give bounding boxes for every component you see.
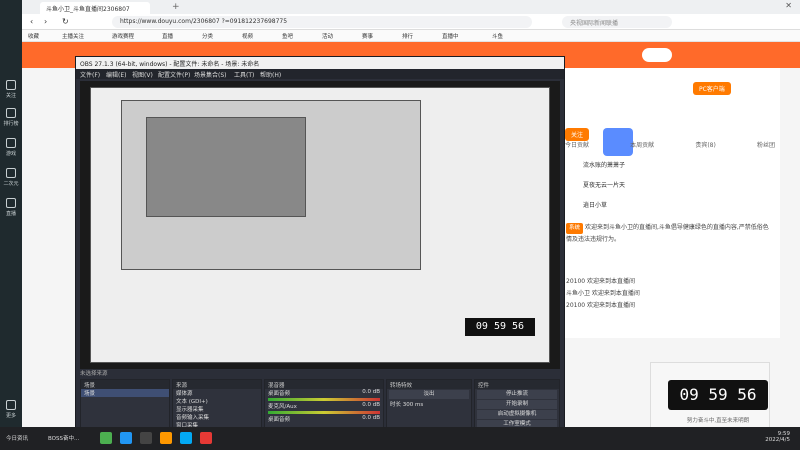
bookmark-item[interactable]: 排行 xyxy=(402,32,413,40)
taskbar-news[interactable]: 今日资讯 xyxy=(6,434,28,442)
forward-icon[interactable]: › xyxy=(44,17,47,26)
chat-message: 20100 欢迎来到本直播间 xyxy=(566,302,635,309)
system-badge: 系统 xyxy=(566,223,584,234)
obs-preview[interactable]: 09 59 56 xyxy=(80,81,560,369)
obs-menu: 文件(F) 编辑(E) 视图(V) 配置文件(P) 场景集合(S) 工具(T) … xyxy=(76,69,564,79)
user-avatar[interactable] xyxy=(642,48,672,62)
nested-capture xyxy=(121,100,421,270)
menu-edit[interactable]: 编辑(E) xyxy=(106,70,126,79)
chat-message: 系统 欢迎来到斗鱼小卫的直播间,斗鱼倡导健康绿色的直播内容,严禁低俗色情及违法违… xyxy=(566,223,769,243)
taskbar: 今日资讯 BOSS奋中... 9:59 2022/4/5 xyxy=(0,427,800,450)
rank-user[interactable]: 夏夜无云一片天 xyxy=(583,180,625,189)
bookmark-item[interactable]: 直播中 xyxy=(442,32,459,40)
start-recording-button[interactable]: 开始录制 xyxy=(477,400,557,409)
tab-today[interactable]: 今日贡献 xyxy=(565,140,589,149)
obs-status: 未选择来源 xyxy=(80,371,108,377)
dock-header: 混音器 xyxy=(265,380,383,389)
bookmark-item[interactable]: 鱼吧 xyxy=(282,32,293,40)
mixer-track[interactable]: 麦克风/Aux 0.0 dB xyxy=(265,402,383,410)
menu-scenes[interactable]: 场景集合(S) xyxy=(194,70,227,79)
browser-tab[interactable]: 斗鱼小卫_斗鱼直播间2306807 xyxy=(40,2,150,14)
rank-user[interactable]: 逍日小草 xyxy=(583,200,607,209)
obs-taskbar-icon[interactable] xyxy=(140,432,152,444)
chat-message: 20100 欢迎来到本直播间 xyxy=(566,278,635,285)
dock-header: 场景 xyxy=(81,380,169,389)
mixer-track[interactable]: 桌面音频 0.0 dB xyxy=(265,389,383,397)
pc-client-badge[interactable]: PC客户端 xyxy=(693,82,731,95)
bookmark-item[interactable]: 斗鱼 xyxy=(492,32,503,40)
dock-header: 转场特效 xyxy=(387,380,471,389)
anime-icon xyxy=(6,168,16,178)
source-item[interactable]: 文本 (GDI+) xyxy=(173,397,261,405)
taskbar-icon[interactable] xyxy=(180,432,192,444)
sidebar-item-more[interactable]: 更多 xyxy=(0,400,22,419)
tv-icon xyxy=(6,198,16,208)
volume-meter xyxy=(268,411,380,414)
bookmark-item[interactable]: 赛事 xyxy=(362,32,373,40)
bookmark-item[interactable]: 活动 xyxy=(322,32,333,40)
bookmark-item[interactable]: 游戏赛程 xyxy=(112,32,134,40)
tab-fans[interactable]: 粉丝团 xyxy=(757,140,775,149)
sidebar-item-game[interactable]: 游戏 xyxy=(0,138,22,157)
bookmark-item[interactable]: 主播关注 xyxy=(62,32,84,40)
clock-caption: 努力奋斗中,直至未来明朗 xyxy=(686,418,750,424)
sidebar-item-follow[interactable]: 关注 xyxy=(0,80,22,99)
heart-icon xyxy=(6,80,16,90)
sidebar-item-rank[interactable]: 排行榜 xyxy=(0,108,22,127)
bookmark-item[interactable]: 收藏 xyxy=(28,32,39,40)
taskbar-icon[interactable] xyxy=(160,432,172,444)
dock-header: 控件 xyxy=(475,380,559,389)
nested-capture: 09 59 56 xyxy=(90,87,550,363)
obs-title: OBS 27.1.3 (64-bit, windows) - 配置文件: 未命名… xyxy=(76,57,564,69)
taskbar-app[interactable]: BOSS奋中... xyxy=(48,434,79,442)
gamepad-icon xyxy=(6,138,16,148)
source-item[interactable]: 音频输入采集 xyxy=(173,413,261,421)
transition-select[interactable]: 淡出 xyxy=(389,390,469,399)
taskbar-icon[interactable] xyxy=(100,432,112,444)
duration-row[interactable]: 时长 300 ms xyxy=(387,400,471,408)
back-icon[interactable]: ‹ xyxy=(30,17,33,26)
menu-view[interactable]: 视图(V) xyxy=(132,70,153,79)
stream-clock: 09 59 56 xyxy=(668,380,768,410)
mixer-track[interactable]: 桌面音频 0.0 dB xyxy=(265,415,383,423)
taskbar-clock[interactable]: 9:59 2022/4/5 xyxy=(765,431,790,443)
bookmark-item[interactable]: 分类 xyxy=(202,32,213,40)
search-input[interactable]: 央视国际新闻联播 xyxy=(562,16,672,28)
menu-file[interactable]: 文件(F) xyxy=(80,70,100,79)
bookmark-item[interactable]: 直播 xyxy=(162,32,173,40)
menu-profile[interactable]: 配置文件(P) xyxy=(158,70,190,79)
taskbar-icon[interactable] xyxy=(200,432,212,444)
bookmarks-bar: 收藏 主播关注 游戏赛程 直播 分类 视频 鱼吧 活动 赛事 排行 直播中 斗鱼 xyxy=(22,30,800,42)
new-tab-icon[interactable]: + xyxy=(172,2,180,12)
menu-help[interactable]: 帮助(H) xyxy=(260,70,281,79)
source-item[interactable]: 媒体源 xyxy=(173,389,261,397)
tab-week[interactable]: 本周贡献 xyxy=(630,140,654,149)
url-input[interactable]: https://www.douyu.com/2306807 ?=09181223… xyxy=(112,16,532,28)
virtual-camera-button[interactable]: 启动虚拟摄像机 xyxy=(477,410,557,419)
chat-message: 斗鱼小卫 欢迎来到本直播间 xyxy=(566,290,640,297)
browser-tab-bar: 斗鱼小卫_斗鱼直播间2306807 + ✕ xyxy=(22,0,800,14)
menu-tools[interactable]: 工具(T) xyxy=(234,70,254,79)
bookmark-item[interactable]: 视频 xyxy=(242,32,253,40)
obs-window: OBS 27.1.3 (64-bit, windows) - 配置文件: 未命名… xyxy=(75,56,565,437)
scene-item[interactable]: 场景 xyxy=(81,389,169,397)
stop-stream-button[interactable]: 停止推流 xyxy=(477,390,557,399)
taskbar-icon[interactable] xyxy=(120,432,132,444)
nested-capture xyxy=(146,117,306,217)
nested-clock: 09 59 56 xyxy=(465,318,535,336)
refresh-icon[interactable]: ↻ xyxy=(62,17,69,26)
grid-icon xyxy=(6,400,16,410)
sidebar-item-live[interactable]: 直播 xyxy=(0,198,22,217)
tab-vip[interactable]: 贵宾(8) xyxy=(695,140,716,149)
dock-header: 来源 xyxy=(173,380,261,389)
close-window-icon[interactable]: ✕ xyxy=(785,1,792,10)
source-item[interactable]: 显示器采集 xyxy=(173,405,261,413)
address-bar-row: ‹ › ↻ https://www.douyu.com/2306807 ?=09… xyxy=(22,14,800,30)
app-sidebar: 关注 排行榜 游戏 二次元 直播 更多 xyxy=(0,0,22,450)
volume-meter xyxy=(268,398,380,401)
rank-icon xyxy=(6,108,16,118)
sidebar-item-acg[interactable]: 二次元 xyxy=(0,168,22,187)
rank-user[interactable]: 流水账的萧萧子 xyxy=(583,160,625,169)
